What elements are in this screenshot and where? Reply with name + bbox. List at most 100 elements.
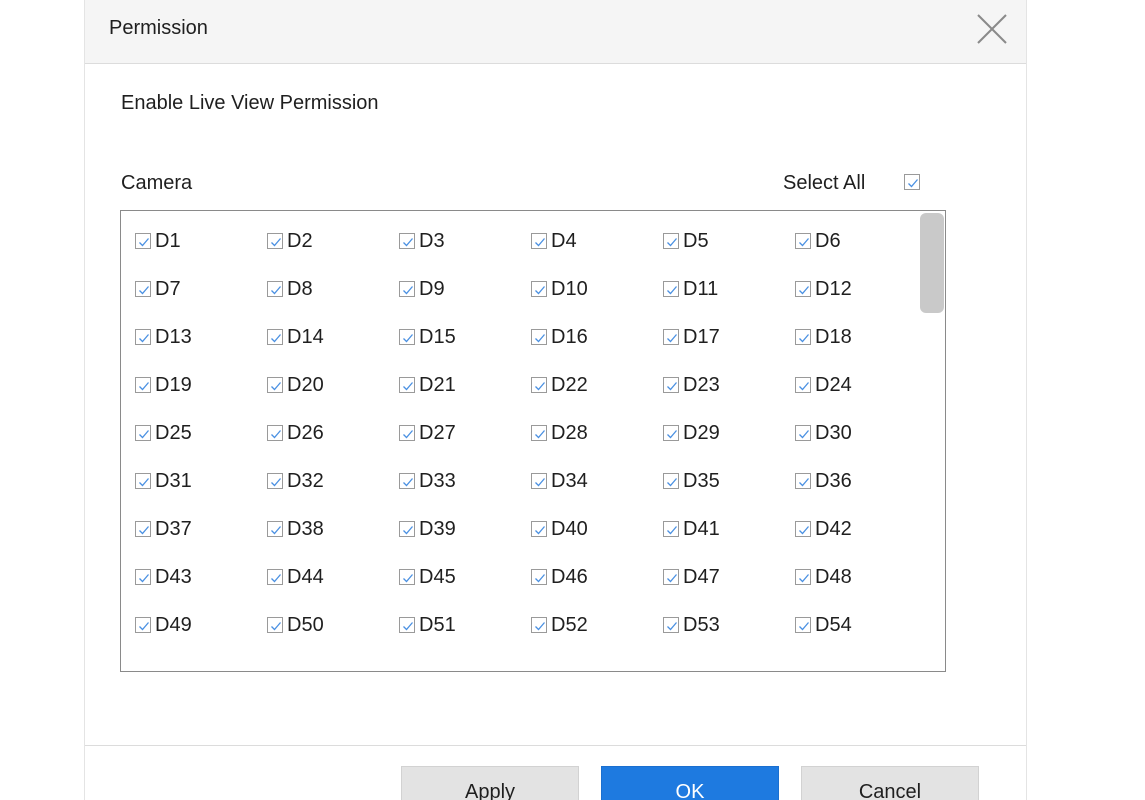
camera-checkbox[interactable]: [663, 569, 679, 585]
camera-checkbox[interactable]: [399, 473, 415, 489]
camera-checkbox[interactable]: [531, 377, 547, 393]
camera-checkbox[interactable]: [795, 233, 811, 249]
camera-checkbox[interactable]: [663, 233, 679, 249]
camera-item[interactable]: D23: [663, 373, 795, 397]
camera-item[interactable]: D4: [531, 229, 663, 253]
camera-checkbox[interactable]: [399, 233, 415, 249]
camera-checkbox[interactable]: [399, 281, 415, 297]
camera-item[interactable]: D21: [399, 373, 531, 397]
camera-checkbox[interactable]: [135, 617, 151, 633]
camera-item[interactable]: D8: [267, 277, 399, 301]
camera-item[interactable]: D2: [267, 229, 399, 253]
camera-checkbox[interactable]: [267, 329, 283, 345]
camera-checkbox[interactable]: [267, 473, 283, 489]
camera-checkbox[interactable]: [663, 473, 679, 489]
camera-item[interactable]: D34: [531, 469, 663, 493]
camera-item[interactable]: D35: [663, 469, 795, 493]
camera-checkbox[interactable]: [399, 377, 415, 393]
camera-checkbox[interactable]: [267, 281, 283, 297]
camera-item[interactable]: D28: [531, 421, 663, 445]
camera-item[interactable]: D36: [795, 469, 927, 493]
camera-item[interactable]: D6: [795, 229, 927, 253]
camera-item[interactable]: D13: [135, 325, 267, 349]
camera-checkbox[interactable]: [399, 425, 415, 441]
camera-item[interactable]: D12: [795, 277, 927, 301]
camera-item[interactable]: D40: [531, 517, 663, 541]
camera-item[interactable]: D50: [267, 613, 399, 637]
camera-checkbox[interactable]: [135, 329, 151, 345]
camera-item[interactable]: D31: [135, 469, 267, 493]
camera-checkbox[interactable]: [663, 377, 679, 393]
camera-item[interactable]: D51: [399, 613, 531, 637]
camera-item[interactable]: D45: [399, 565, 531, 589]
camera-checkbox[interactable]: [663, 281, 679, 297]
camera-item[interactable]: D9: [399, 277, 531, 301]
camera-item[interactable]: D43: [135, 565, 267, 589]
camera-checkbox[interactable]: [663, 425, 679, 441]
camera-checkbox[interactable]: [267, 521, 283, 537]
camera-checkbox[interactable]: [267, 617, 283, 633]
select-all-checkbox[interactable]: [904, 173, 920, 190]
scrollbar[interactable]: [920, 211, 944, 671]
camera-item[interactable]: D48: [795, 565, 927, 589]
camera-checkbox[interactable]: [267, 425, 283, 441]
camera-checkbox[interactable]: [531, 473, 547, 489]
camera-item[interactable]: D33: [399, 469, 531, 493]
scrollbar-thumb[interactable]: [920, 213, 944, 313]
camera-checkbox[interactable]: [135, 473, 151, 489]
camera-item[interactable]: D32: [267, 469, 399, 493]
camera-checkbox[interactable]: [399, 569, 415, 585]
camera-checkbox[interactable]: [399, 521, 415, 537]
camera-item[interactable]: D44: [267, 565, 399, 589]
camera-item[interactable]: D16: [531, 325, 663, 349]
camera-checkbox[interactable]: [135, 569, 151, 585]
apply-button[interactable]: Apply: [401, 766, 579, 800]
camera-item[interactable]: D19: [135, 373, 267, 397]
camera-checkbox[interactable]: [135, 377, 151, 393]
camera-item[interactable]: D53: [663, 613, 795, 637]
camera-item[interactable]: D29: [663, 421, 795, 445]
camera-checkbox[interactable]: [795, 521, 811, 537]
camera-item[interactable]: D7: [135, 277, 267, 301]
camera-checkbox[interactable]: [531, 281, 547, 297]
camera-item[interactable]: D37: [135, 517, 267, 541]
camera-checkbox[interactable]: [267, 233, 283, 249]
camera-item[interactable]: D20: [267, 373, 399, 397]
camera-checkbox[interactable]: [531, 521, 547, 537]
camera-item[interactable]: D18: [795, 325, 927, 349]
camera-item[interactable]: D10: [531, 277, 663, 301]
camera-checkbox[interactable]: [795, 377, 811, 393]
camera-checkbox[interactable]: [795, 473, 811, 489]
camera-checkbox[interactable]: [663, 617, 679, 633]
camera-item[interactable]: D17: [663, 325, 795, 349]
camera-item[interactable]: D1: [135, 229, 267, 253]
camera-checkbox[interactable]: [531, 617, 547, 633]
camera-checkbox[interactable]: [531, 569, 547, 585]
cancel-button[interactable]: Cancel: [801, 766, 979, 800]
close-icon[interactable]: [975, 12, 1009, 46]
camera-item[interactable]: D38: [267, 517, 399, 541]
camera-item[interactable]: D30: [795, 421, 927, 445]
camera-item[interactable]: D46: [531, 565, 663, 589]
camera-item[interactable]: D42: [795, 517, 927, 541]
camera-checkbox[interactable]: [795, 425, 811, 441]
camera-checkbox[interactable]: [135, 521, 151, 537]
camera-checkbox[interactable]: [795, 329, 811, 345]
camera-checkbox[interactable]: [399, 617, 415, 633]
camera-checkbox[interactable]: [267, 377, 283, 393]
camera-checkbox[interactable]: [531, 233, 547, 249]
camera-item[interactable]: D24: [795, 373, 927, 397]
camera-item[interactable]: D22: [531, 373, 663, 397]
camera-checkbox[interactable]: [267, 569, 283, 585]
camera-item[interactable]: D11: [663, 277, 795, 301]
camera-item[interactable]: D49: [135, 613, 267, 637]
camera-checkbox[interactable]: [135, 233, 151, 249]
camera-checkbox[interactable]: [531, 329, 547, 345]
ok-button[interactable]: OK: [601, 766, 779, 800]
camera-checkbox[interactable]: [795, 569, 811, 585]
camera-checkbox[interactable]: [795, 617, 811, 633]
camera-item[interactable]: D54: [795, 613, 927, 637]
camera-item[interactable]: D41: [663, 517, 795, 541]
camera-checkbox[interactable]: [795, 281, 811, 297]
camera-checkbox[interactable]: [135, 425, 151, 441]
